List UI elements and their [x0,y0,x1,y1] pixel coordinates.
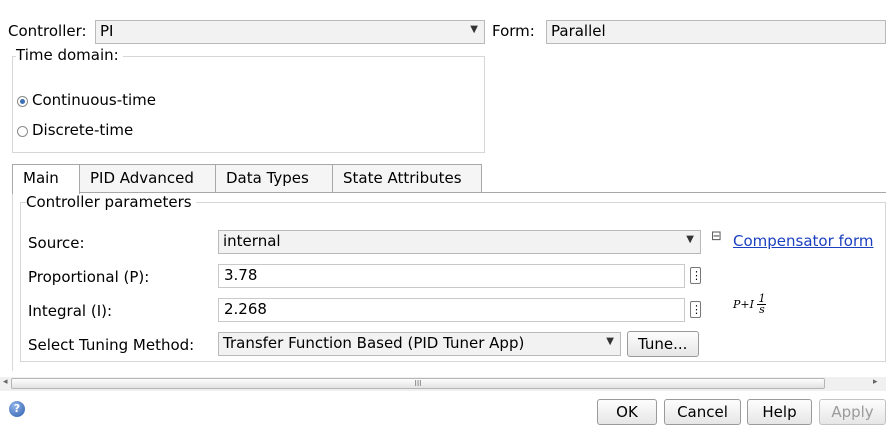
horizontal-scrollbar[interactable]: ◂ III ▸ [0,377,886,391]
compensator-formula: P+I 1 s [733,293,767,316]
form-dropdown[interactable]: Parallel [546,20,886,44]
continuous-time-label: Continuous-time [32,91,157,109]
tuning-method-label: Select Tuning Method: [28,336,195,354]
source-dropdown[interactable]: internal ▼ [218,230,701,254]
controller-label: Controller: [8,22,87,40]
apply-button[interactable]: Apply [819,399,886,425]
scrollbar-thumb[interactable]: III [11,378,825,389]
discrete-time-label: Discrete-time [32,121,134,139]
radio-selected-icon [17,96,28,107]
vertical-dots-icon[interactable]: ⋮ [690,301,702,318]
cancel-button[interactable]: Cancel [664,399,741,425]
collapse-toggle-icon[interactable]: ⊟ [711,229,722,244]
proportional-value: 3.78 [224,266,258,284]
chevron-down-icon: ▼ [686,234,694,245]
integral-input[interactable]: 2.268 [218,298,685,322]
formula-denominator: s [759,303,765,316]
form-label: Form: [492,22,535,40]
tab-state-attributes[interactable]: State Attributes [332,164,482,192]
scroll-right-icon[interactable]: ▸ [873,377,878,387]
chevron-down-icon: ▼ [470,24,478,35]
controller-value: PI [100,22,114,40]
integral-value: 2.268 [224,300,267,318]
tune-button[interactable]: Tune... [627,331,699,357]
compensator-form-link[interactable]: Compensator form [733,232,883,250]
discrete-time-radio[interactable]: Discrete-time [16,121,216,141]
vertical-dots-icon[interactable]: ⋮ [690,267,702,284]
chevron-down-icon: ▼ [606,336,614,347]
source-label: Source: [28,234,85,252]
proportional-label: Proportional (P): [28,268,150,286]
radio-unselected-icon [17,126,28,137]
tab-main[interactable]: Main [12,164,80,194]
formula-prefix: P+I [733,298,754,311]
help-icon[interactable]: ? [9,401,25,417]
tab-pid-advanced[interactable]: PID Advanced [79,164,216,192]
integral-label: Integral (I): [28,302,113,320]
controller-dropdown[interactable]: PI ▼ [95,20,485,44]
form-value: Parallel [551,22,606,40]
help-button[interactable]: Help [747,399,812,425]
tab-data-types[interactable]: Data Types [215,164,333,192]
time-domain-title: Time domain: [16,46,123,64]
ok-button[interactable]: OK [597,399,657,425]
tuning-method-value: Transfer Function Based (PID Tuner App) [223,334,525,352]
proportional-input[interactable]: 3.78 [218,264,685,288]
tuning-method-dropdown[interactable]: Transfer Function Based (PID Tuner App) … [218,332,621,356]
scroll-left-icon[interactable]: ◂ [3,377,8,387]
source-value: internal [223,232,281,250]
continuous-time-radio[interactable]: Continuous-time [16,91,216,111]
scrollbar-grip: III [414,379,422,388]
controller-parameters-title: Controller parameters [26,193,196,211]
